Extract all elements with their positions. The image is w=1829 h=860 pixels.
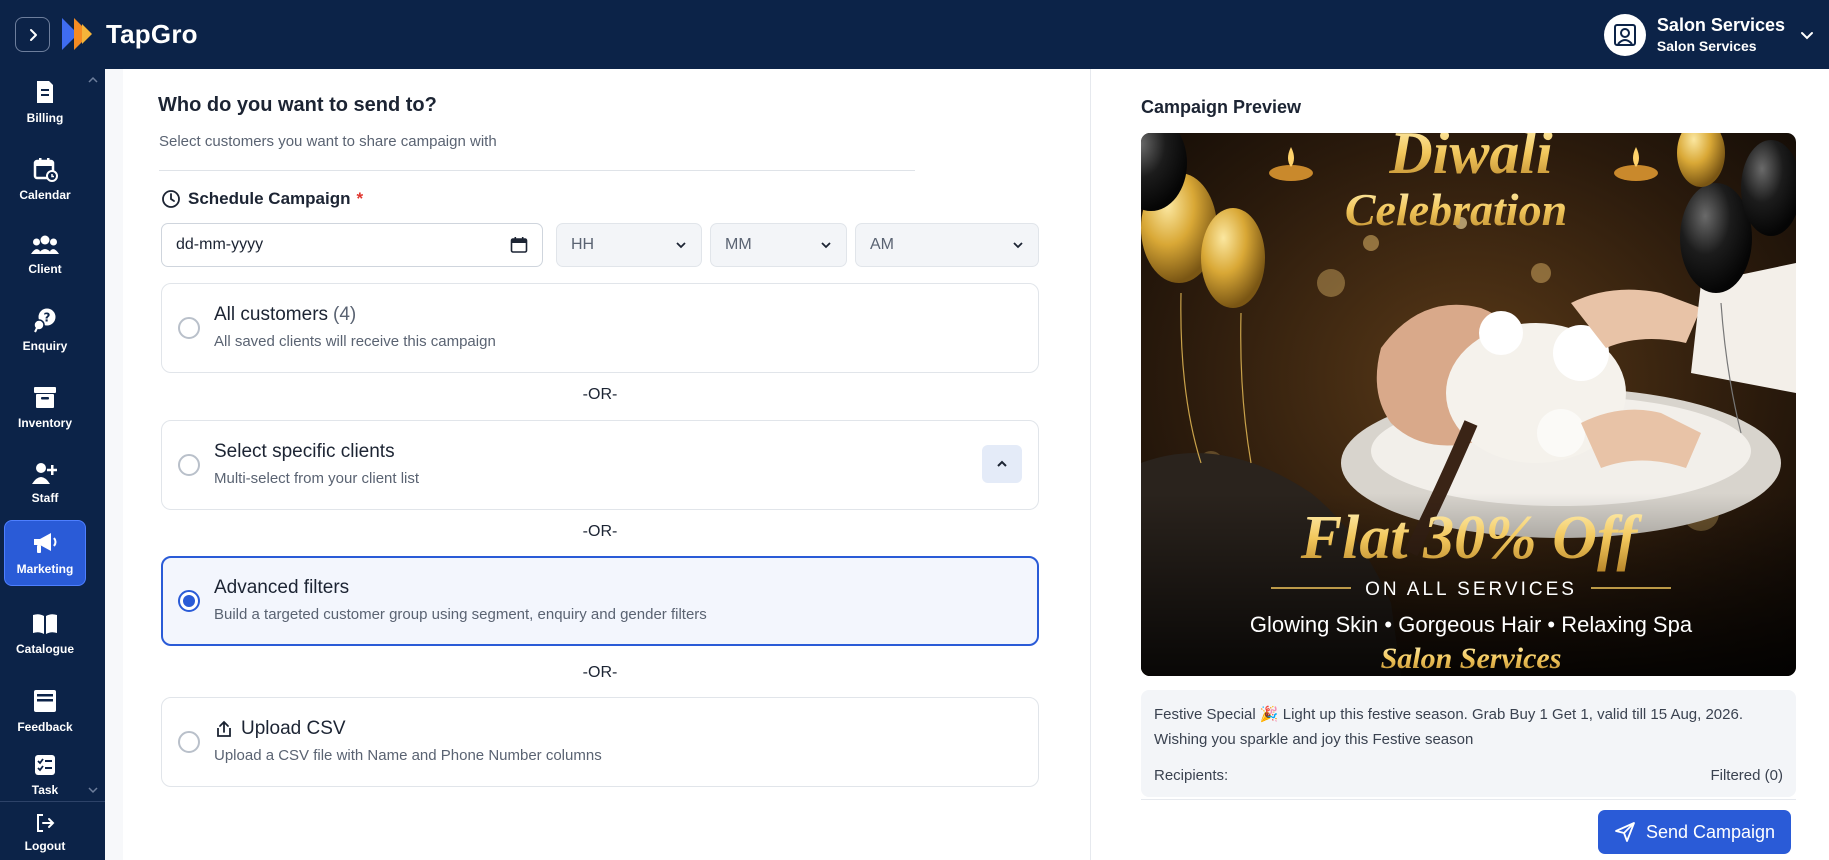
- chevron-down-icon: [821, 242, 831, 249]
- sidebar-item-calendar[interactable]: Calendar: [4, 146, 86, 212]
- section-divider: [159, 170, 915, 171]
- checklist-icon: [35, 755, 55, 775]
- option-specific-clients[interactable]: Select specific clients Multi-select fro…: [161, 420, 1039, 510]
- scroll-up-icon[interactable]: [87, 74, 99, 86]
- archive-box-icon: [34, 387, 56, 408]
- send-campaign-button[interactable]: Send Campaign: [1598, 810, 1791, 854]
- profile-menu[interactable]: Salon Services Salon Services: [1603, 12, 1815, 58]
- sidebar-item-catalogue[interactable]: Catalogue: [4, 601, 86, 667]
- sidebar-item-inventory[interactable]: Inventory: [4, 374, 86, 440]
- sidebar-item-marketing[interactable]: Marketing: [4, 520, 86, 586]
- preview-title: Campaign Preview: [1141, 97, 1302, 117]
- top-bar: TapGro Salon Services Salon Services: [0, 0, 1829, 69]
- sidebar-item-task[interactable]: Task: [4, 742, 86, 808]
- preview-section: Campaign Preview Diwali Celebration Flat…: [1090, 69, 1829, 860]
- banner-services: Glowing Skin • Gorgeous Hair • Relaxing …: [1250, 612, 1693, 637]
- logout-button[interactable]: Logout: [4, 804, 86, 860]
- audience-section: Who do you want to send to? Select custo…: [105, 69, 1090, 860]
- required-mark: *: [356, 189, 364, 208]
- or-separator: -OR-: [582, 664, 618, 681]
- sidebar-item-feedback[interactable]: Feedback: [4, 678, 86, 744]
- scroll-down-icon[interactable]: [87, 784, 99, 796]
- option-upload-csv[interactable]: Upload CSV Upload a CSV file with Name a…: [161, 697, 1039, 787]
- open-book-icon: [33, 614, 57, 634]
- banner-title-line1: Diwali: [1388, 133, 1553, 186]
- chevron-down-icon: [676, 242, 686, 249]
- expand-sidebar-button[interactable]: [15, 17, 50, 52]
- chevron-down-icon: [1801, 32, 1813, 40]
- sidebar-item-enquiry[interactable]: ? Enquiry: [4, 297, 86, 363]
- send-icon: [1615, 822, 1635, 842]
- receipt-icon: [37, 81, 53, 103]
- customer-count: (4): [333, 304, 357, 325]
- recipients-value: Filtered (0): [1710, 767, 1783, 784]
- calendar-icon: [33, 158, 58, 182]
- chevron-right-icon: [29, 28, 37, 41]
- campaign-message-box: Festive Special 🎉 Light up this festive …: [1141, 690, 1796, 797]
- campaign-banner-image: Diwali Celebration Flat 30% Off ON ALL S…: [1141, 133, 1796, 676]
- banner-offer-subtitle: ON ALL SERVICES: [1365, 579, 1577, 600]
- banner-title-line2: Celebration: [1345, 184, 1567, 235]
- users-icon: [31, 235, 59, 254]
- chevron-down-icon: [1013, 242, 1023, 249]
- audience-subtitle: Select customers you want to share campa…: [159, 133, 497, 150]
- option-all-customers[interactable]: All customers (4) All saved clients will…: [161, 283, 1039, 373]
- profile-subtitle: Salon Services: [1656, 38, 1757, 54]
- meridiem-select[interactable]: AM: [855, 223, 1039, 267]
- profile-name: Salon Services: [1656, 15, 1785, 35]
- radio-advanced-filters[interactable]: [178, 590, 200, 612]
- inbox-icon: [34, 690, 56, 712]
- store-icon: [1613, 24, 1636, 46]
- sidebar-item-billing[interactable]: Billing: [4, 69, 86, 135]
- tapgro-logo-icon: [62, 18, 92, 50]
- date-input[interactable]: dd-mm-yyyy: [161, 223, 543, 267]
- sidebar-item-client[interactable]: Client: [4, 222, 86, 288]
- minute-select[interactable]: MM: [710, 223, 847, 267]
- campaign-message: Festive Special 🎉 Light up this festive …: [1154, 706, 1743, 748]
- avatar: [1603, 14, 1646, 56]
- svg-text:?: ?: [44, 311, 51, 325]
- question-chat-icon: ?: [33, 308, 56, 333]
- recipients-label: Recipients:: [1154, 767, 1229, 784]
- logout-icon: [37, 813, 55, 832]
- preview-divider: [1141, 799, 1796, 800]
- schedule-campaign-label: Schedule Campaign *: [161, 189, 363, 209]
- sidebar-item-staff[interactable]: Staff: [4, 450, 86, 516]
- chevron-up-icon: [997, 460, 1007, 467]
- sidebar: Billing Calendar Client ? Enquiry Invent…: [0, 69, 105, 860]
- banner-brand: Salon Services: [1381, 642, 1562, 675]
- audience-title: Who do you want to send to?: [158, 94, 437, 116]
- or-separator: -OR-: [582, 523, 618, 540]
- hour-select[interactable]: HH: [556, 223, 702, 267]
- or-separator: -OR-: [582, 386, 618, 403]
- radio-upload-csv[interactable]: [178, 731, 200, 753]
- app-name: TapGro: [106, 18, 198, 49]
- radio-specific-clients[interactable]: [178, 454, 200, 476]
- add-user-icon: [32, 463, 57, 484]
- main-panel: Who do you want to send to? Select custo…: [105, 69, 1829, 860]
- radio-all-customers[interactable]: [178, 317, 200, 339]
- collapse-clients-button[interactable]: [982, 445, 1022, 483]
- upload-icon: [217, 720, 231, 737]
- megaphone-icon: [34, 533, 57, 553]
- clock-icon: [162, 190, 180, 208]
- option-advanced-filters[interactable]: Advanced filters Build a targeted custom…: [161, 556, 1039, 646]
- banner-offer: Flat 30% Off: [1300, 504, 1643, 572]
- sidebar-divider: [0, 801, 105, 802]
- app-logo[interactable]: TapGro: [60, 16, 198, 52]
- calendar-icon[interactable]: [510, 236, 528, 254]
